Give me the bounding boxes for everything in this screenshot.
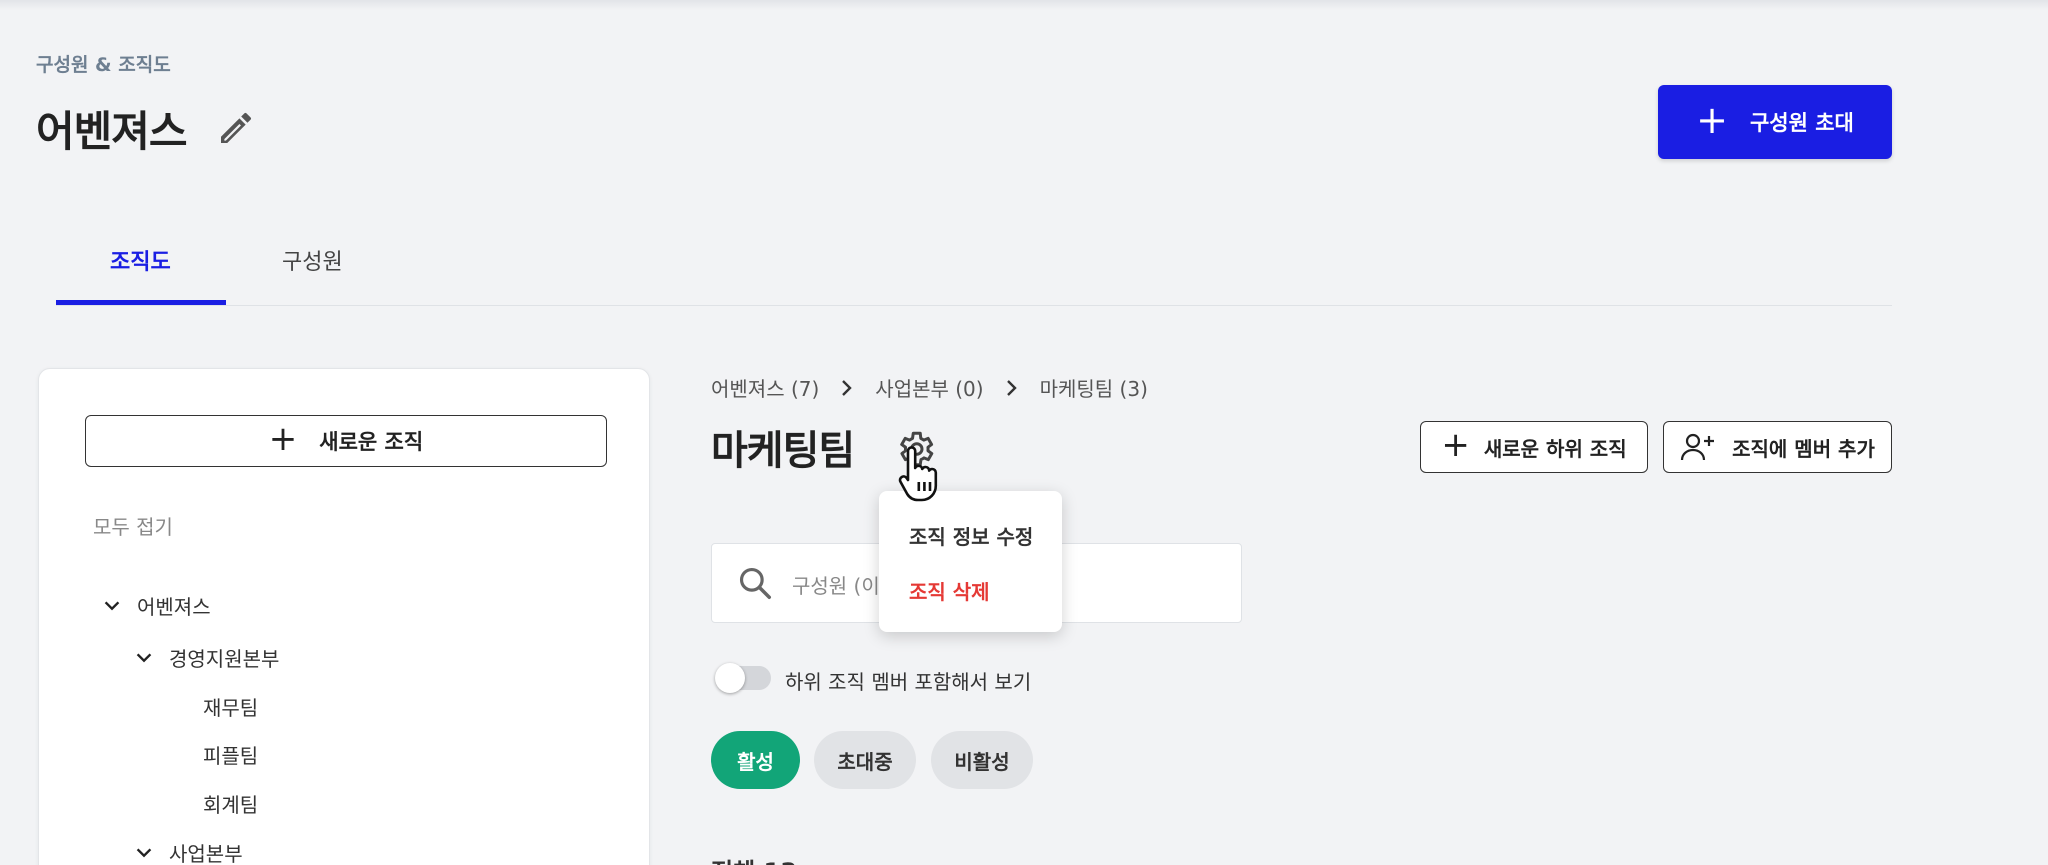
add-user-icon (1681, 433, 1715, 461)
include-subgroup-label: 하위 조직 멤버 포함해서 보기 (785, 670, 1032, 694)
new-org-button[interactable]: + 새로운 조직 (85, 415, 607, 467)
new-subgroup-button[interactable]: + 새로운 하위 조직 (1420, 421, 1648, 473)
delete-org-menu-item[interactable]: 조직 삭제 (909, 576, 990, 605)
new-subgroup-label: 새로운 하위 조직 (1483, 436, 1627, 461)
top-shadow (0, 0, 2048, 10)
edit-org-menu-item[interactable]: 조직 정보 수정 (909, 521, 1033, 550)
filter-chip-active[interactable]: 활성 (711, 731, 800, 789)
include-subgroup-toggle[interactable] (715, 663, 771, 693)
tab-members[interactable]: 구성원 (282, 244, 343, 276)
page-title: 어벤져스 (36, 107, 188, 156)
invite-member-label: 구성원 초대 (1749, 111, 1854, 135)
tree-item-label: 사업본부 (169, 842, 243, 865)
add-member-button[interactable]: 조직에 멤버 추가 (1663, 421, 1892, 473)
chevron-down-icon[interactable] (101, 595, 123, 617)
chevron-down-icon[interactable] (133, 647, 155, 669)
tree-item-people[interactable]: 피플팀 (203, 740, 258, 769)
tree-item-label: 어벤져스 (137, 595, 211, 619)
hand-cursor-icon (898, 446, 938, 502)
plus-icon: + (1441, 425, 1470, 465)
breadcrumb-item-avengers[interactable]: 어벤져스 (7) (711, 373, 819, 402)
active-tab-indicator (56, 300, 226, 305)
tree-item-label: 재무팀 (203, 696, 259, 720)
member-count-heading: 전체 13 (711, 852, 797, 865)
org-tree-panel: + 새로운 조직 모두 접기 어벤져스 경영지원본부 재무팀 피플팀 회계팀 사… (38, 368, 650, 865)
tree-item-label: 피플팀 (203, 744, 259, 768)
new-org-label: 새로운 조직 (319, 430, 424, 454)
org-settings-dropdown: 조직 정보 수정 조직 삭제 (879, 491, 1062, 632)
tab-org-chart[interactable]: 조직도 (110, 244, 171, 276)
filter-chip-invited[interactable]: 초대중 (814, 731, 916, 789)
toggle-knob (715, 663, 745, 693)
plus-icon: + (268, 419, 298, 459)
breadcrumb-item-marketing[interactable]: 마케팅팀 (3) (1040, 373, 1148, 402)
edit-icon[interactable] (216, 108, 256, 148)
tree-item-avengers[interactable]: 어벤져스 (101, 591, 211, 620)
add-member-label: 조직에 멤버 추가 (1732, 436, 1875, 461)
filter-chip-inactive[interactable]: 비활성 (931, 731, 1033, 789)
tabs-divider (56, 305, 1892, 306)
team-title: 마케팅팀 (711, 428, 855, 474)
tree-item-finance[interactable]: 재무팀 (203, 692, 258, 721)
invite-member-button[interactable]: + 구성원 초대 (1658, 85, 1892, 159)
chevron-right-icon (1006, 379, 1017, 396)
tree-item-label: 경영지원본부 (169, 647, 280, 671)
collapse-all-button[interactable]: 모두 접기 (93, 511, 173, 540)
section-breadcrumb[interactable]: 구성원 & 조직도 (36, 50, 171, 77)
chevron-down-icon[interactable] (133, 842, 155, 864)
tree-item-management-support[interactable]: 경영지원본부 (133, 643, 279, 672)
search-icon (739, 567, 771, 599)
tree-item-accounting[interactable]: 회계팀 (203, 789, 258, 818)
plus-icon: + (1696, 98, 1728, 142)
search-placeholder: 구성원 (이 (792, 574, 880, 598)
org-breadcrumb: 어벤져스 (7) 사업본부 (0) 마케팅팀 (3) (711, 373, 1148, 402)
breadcrumb-item-business[interactable]: 사업본부 (0) (875, 373, 983, 402)
chevron-right-icon (842, 379, 852, 396)
tree-item-business[interactable]: 사업본부 (133, 838, 243, 865)
tree-item-label: 회계팀 (203, 793, 259, 817)
